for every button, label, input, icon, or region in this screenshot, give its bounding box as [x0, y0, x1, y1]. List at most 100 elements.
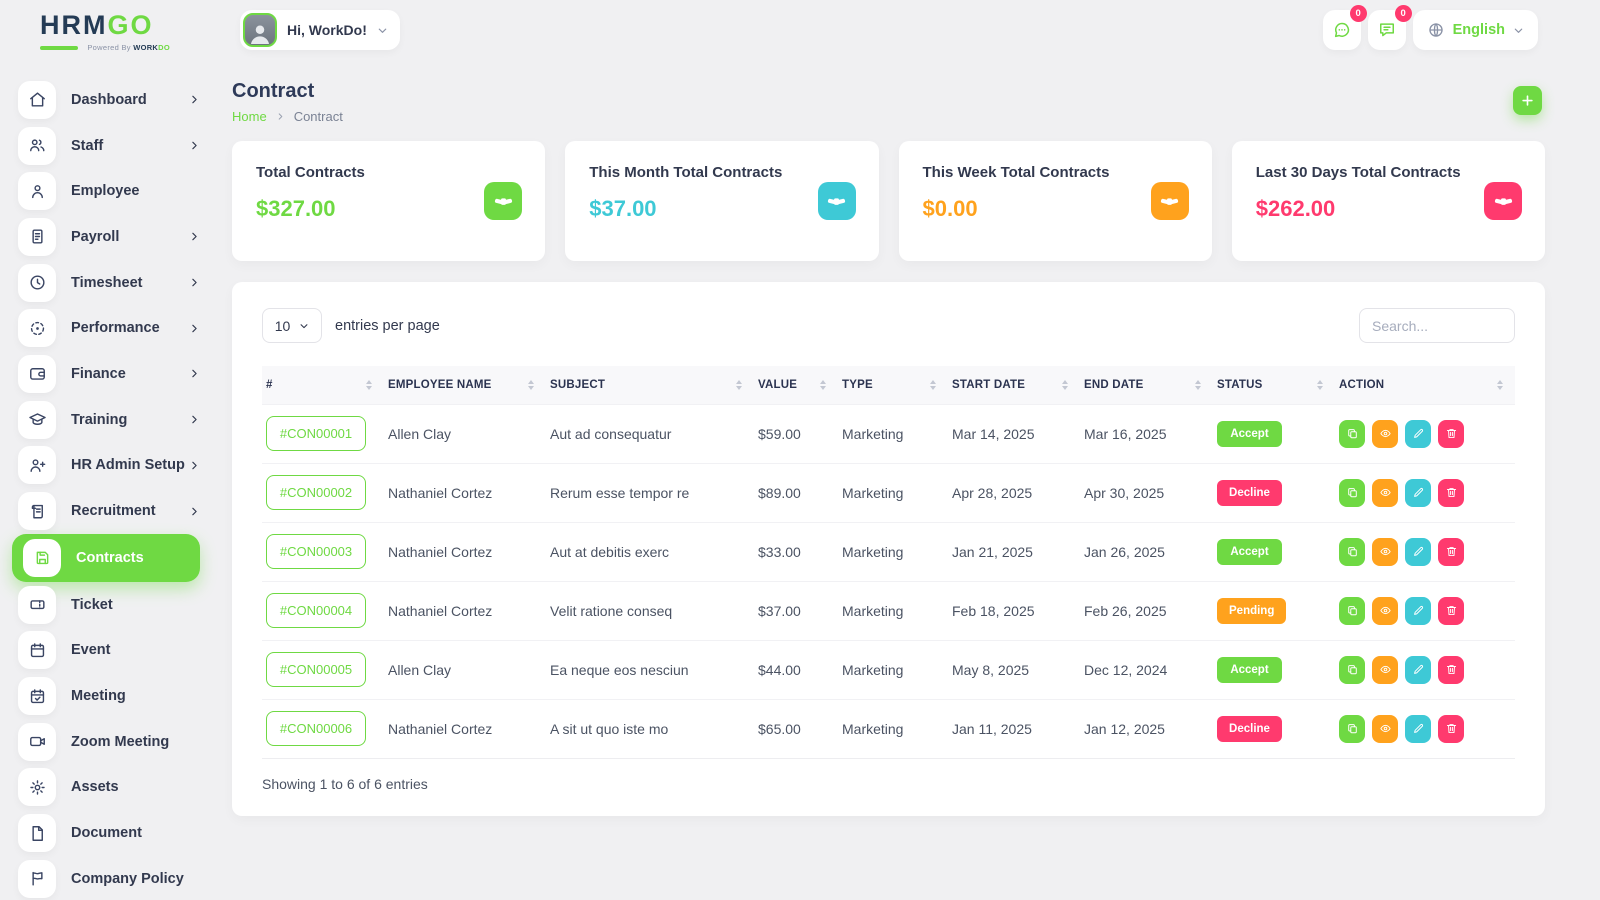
- contract-id-button[interactable]: #CON00004: [266, 593, 366, 628]
- document-sidebar-item[interactable]: Document: [0, 810, 216, 856]
- company-policy-sidebar-item[interactable]: Company Policy: [0, 856, 216, 900]
- delete-action-button[interactable]: [1438, 419, 1464, 448]
- hr-admin-setup-sidebar-item[interactable]: HR Admin Setup: [0, 443, 216, 489]
- timesheet-sidebar-item[interactable]: Timesheet: [0, 260, 216, 306]
- edit-action-button[interactable]: [1405, 714, 1431, 743]
- duplicate-action-button[interactable]: [1339, 537, 1365, 566]
- edit-action-button[interactable]: [1405, 655, 1431, 684]
- cog-icon: [28, 778, 47, 797]
- brand-logo[interactable]: HRMGO Powered By WORKDO: [40, 12, 170, 52]
- zoom-meeting-sidebar-item[interactable]: Zoom Meeting: [0, 719, 216, 765]
- topbar-actions: 0 0 English: [1322, 5, 1538, 50]
- chevron-right-icon: [276, 112, 285, 121]
- edit-action-button[interactable]: [1405, 419, 1431, 448]
- table-body: #CON00001 Allen Clay Aut ad consequatur …: [262, 403, 1515, 758]
- assets-sidebar-item[interactable]: Assets: [0, 765, 216, 811]
- contract-id-button[interactable]: #CON00006: [266, 711, 366, 747]
- view-action-button[interactable]: [1372, 478, 1398, 507]
- view-action-button[interactable]: [1372, 655, 1398, 684]
- view-action-button[interactable]: [1372, 419, 1398, 448]
- notification-button[interactable]: 0: [1367, 5, 1412, 50]
- contract-id-button[interactable]: #CON00003: [266, 534, 366, 569]
- duplicate-action-button[interactable]: [1339, 655, 1365, 684]
- status-badge: Accept: [1217, 420, 1282, 447]
- edit-action-button[interactable]: [1405, 478, 1431, 507]
- finance-sidebar-item[interactable]: Finance: [0, 351, 216, 397]
- view-action-button[interactable]: [1372, 596, 1398, 625]
- column-header[interactable]: START DATE: [948, 366, 1080, 404]
- status-badge: Decline: [1217, 715, 1282, 742]
- user-menu-button[interactable]: Hi, WorkDo!: [240, 10, 400, 50]
- column-header[interactable]: EMPLOYEE NAME: [384, 366, 546, 404]
- dashboard-sidebar-item[interactable]: Dashboard: [0, 77, 216, 123]
- page-title: Contract: [232, 80, 315, 102]
- calendar-icon: [28, 641, 47, 660]
- breadcrumb-home-link[interactable]: Home: [232, 109, 267, 124]
- column-header[interactable]: ACTION: [1335, 366, 1515, 404]
- trash-icon: [1445, 427, 1458, 440]
- type-cell: Marketing: [838, 521, 948, 581]
- subject-cell: Aut ad consequatur: [546, 403, 754, 463]
- chevron-down-icon: [1513, 25, 1524, 36]
- training-sidebar-item[interactable]: Training: [0, 397, 216, 443]
- entries-per-page-select[interactable]: 10: [262, 308, 322, 343]
- eye-icon: [1379, 427, 1392, 440]
- edit-action-button[interactable]: [1405, 537, 1431, 566]
- payroll-sidebar-item[interactable]: Payroll: [0, 214, 216, 260]
- calendar-check-icon: [28, 687, 47, 706]
- delete-action-button[interactable]: [1438, 714, 1464, 743]
- notification-button[interactable]: 0: [1322, 5, 1367, 50]
- status-badge: Decline: [1217, 479, 1282, 506]
- contracts-sidebar-item[interactable]: Contracts: [12, 533, 200, 582]
- meeting-sidebar-item[interactable]: Meeting: [0, 673, 216, 719]
- row-actions: [1339, 714, 1505, 743]
- user-greeting: Hi, WorkDo!: [287, 22, 367, 38]
- create-contract-button[interactable]: [1513, 86, 1542, 115]
- recruitment-sidebar-item[interactable]: Recruitment: [0, 488, 216, 534]
- sort-icon: [1195, 379, 1201, 390]
- edit-action-button[interactable]: [1405, 596, 1431, 625]
- delete-action-button[interactable]: [1438, 537, 1464, 566]
- end-date-cell: Jan 12, 2025: [1080, 698, 1213, 758]
- stat-card-label: Last 30 Days Total Contracts: [1255, 164, 1461, 181]
- delete-action-button[interactable]: [1438, 478, 1464, 507]
- staff-sidebar-item[interactable]: Staff: [0, 123, 216, 169]
- duplicate-action-button[interactable]: [1339, 419, 1365, 448]
- duplicate-action-button[interactable]: [1339, 714, 1365, 743]
- users-icon: [28, 136, 47, 155]
- view-action-button[interactable]: [1372, 537, 1398, 566]
- column-header[interactable]: END DATE: [1080, 366, 1213, 404]
- flag-icon: [28, 869, 47, 888]
- type-cell: Marketing: [838, 639, 948, 699]
- row-actions: [1339, 596, 1505, 625]
- delete-action-button[interactable]: [1438, 655, 1464, 684]
- ticket-sidebar-item[interactable]: Ticket: [0, 582, 216, 628]
- contract-id-button[interactable]: #CON00001: [266, 416, 366, 451]
- main-content: Contract Home Contract Total Contracts $…: [232, 80, 1545, 816]
- delete-action-button[interactable]: [1438, 596, 1464, 625]
- duplicate-action-button[interactable]: [1339, 596, 1365, 625]
- chevron-right-icon: [189, 414, 200, 425]
- column-header[interactable]: TYPE: [838, 366, 948, 404]
- column-header[interactable]: STATUS: [1213, 366, 1335, 404]
- search-input[interactable]: [1359, 308, 1515, 343]
- pencil-icon: [1412, 663, 1425, 676]
- column-header[interactable]: #: [262, 366, 384, 404]
- contract-id-button[interactable]: #CON00002: [266, 475, 366, 510]
- contract-id-button[interactable]: #CON00005: [266, 652, 366, 687]
- copy-icon: [1346, 663, 1359, 676]
- powered-by-text: Powered By WORKDO: [87, 43, 170, 52]
- duplicate-action-button[interactable]: [1339, 478, 1365, 507]
- employee-name-cell: Nathaniel Cortez: [384, 580, 546, 640]
- copy-icon: [1346, 604, 1359, 617]
- column-header[interactable]: VALUE: [754, 366, 838, 404]
- language-selector[interactable]: English: [1412, 10, 1538, 50]
- column-header[interactable]: SUBJECT: [546, 366, 754, 404]
- view-action-button[interactable]: [1372, 714, 1398, 743]
- end-date-cell: Dec 12, 2024: [1080, 639, 1213, 699]
- handshake-icon: [1493, 191, 1514, 212]
- event-sidebar-item[interactable]: Event: [0, 628, 216, 674]
- employee-sidebar-item[interactable]: Employee: [0, 168, 216, 214]
- end-date-cell: Feb 26, 2025: [1080, 580, 1213, 640]
- performance-sidebar-item[interactable]: Performance: [0, 305, 216, 351]
